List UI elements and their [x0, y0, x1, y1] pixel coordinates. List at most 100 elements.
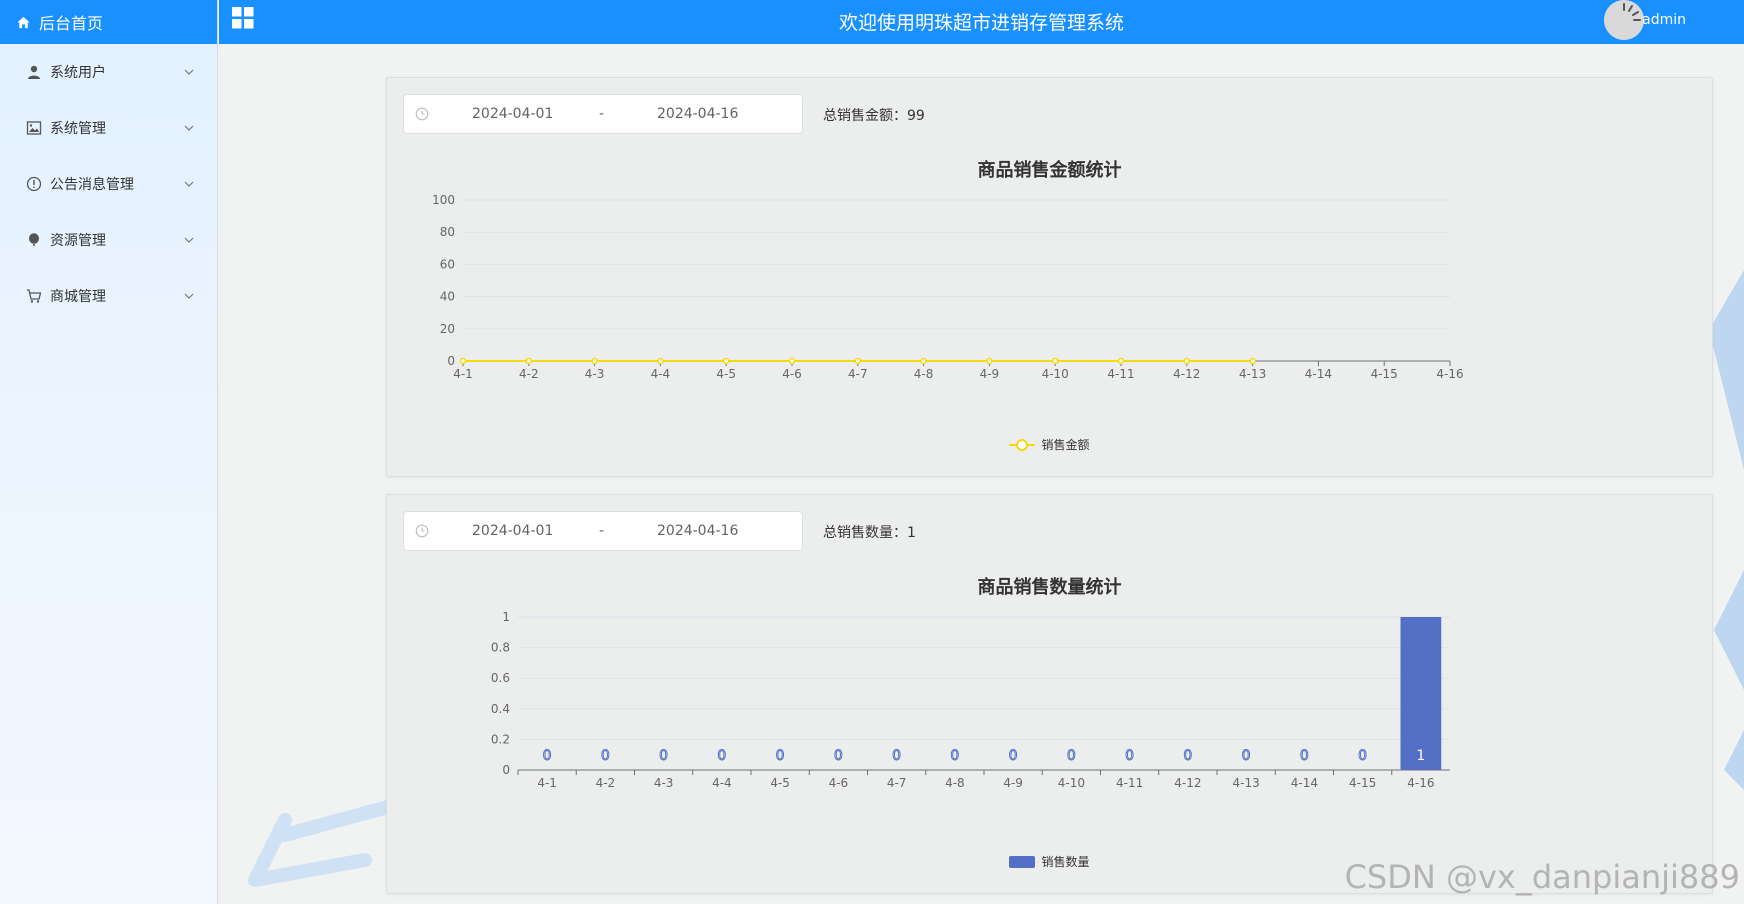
x-tick-label: 4-7 — [848, 367, 868, 381]
data-label: 1 — [1416, 748, 1425, 764]
x-tick-label: 4-14 — [1305, 367, 1332, 381]
info-icon — [26, 176, 42, 192]
sidebar-item-label: 资源管理 — [50, 233, 106, 249]
data-point — [1117, 357, 1125, 365]
picture-icon — [26, 120, 42, 136]
data-label: 0 — [543, 748, 552, 764]
y-tick-label: 0.6 — [491, 671, 510, 685]
y-tick-label: 20 — [440, 322, 455, 336]
x-tick-label: 4-6 — [782, 367, 802, 381]
x-tick-label: 4-13 — [1239, 367, 1266, 381]
data-point — [657, 357, 664, 365]
home-icon — [17, 16, 30, 28]
data-point — [788, 357, 796, 365]
sidebar-item-label: 商城管理 — [50, 289, 106, 305]
x-tick-label: 4-5 — [770, 776, 790, 790]
top-header: 欢迎使用明珠超市进销存管理系统 admin — [219, 0, 1744, 44]
sidebar-item-users[interactable]: 系统用户 — [0, 44, 217, 100]
x-tick-label: 4-2 — [519, 367, 539, 381]
chevron-down-icon — [184, 293, 194, 299]
user-icon — [26, 64, 42, 80]
x-tick-label: 4-7 — [887, 776, 907, 790]
x-tick-label: 4-13 — [1233, 776, 1260, 790]
x-tick-label: 4-3 — [654, 776, 674, 790]
y-tick-label: 40 — [440, 290, 455, 304]
balloon-icon — [26, 232, 42, 248]
x-tick-label: 4-16 — [1436, 367, 1463, 381]
x-tick-label: 4-11 — [1116, 776, 1143, 790]
x-tick-label: 4-14 — [1291, 776, 1318, 790]
x-tick-label: 4-1 — [453, 367, 473, 381]
y-tick-label: 80 — [440, 225, 455, 239]
sidebar: 后台首页 系统用户 系统管理 公告消息管理 资源管理 商城管理 — [0, 0, 218, 904]
sidebar-item-mall[interactable]: 商城管理 — [0, 268, 217, 324]
x-tick-label: 4-1 — [537, 776, 557, 790]
legend-line-marker — [1009, 438, 1036, 451]
username[interactable]: admin — [1642, 12, 1686, 28]
data-point — [986, 357, 993, 365]
sidebar-home-item[interactable]: 后台首页 — [0, 0, 217, 44]
sidebar-item-notices[interactable]: 公告消息管理 — [0, 156, 217, 212]
watermark: CSDN @vx_danpianji889 — [1344, 858, 1740, 896]
chevron-down-icon — [184, 69, 194, 75]
avatar[interactable] — [1604, 0, 1644, 40]
data-label: 0 — [950, 748, 959, 764]
data-point — [722, 357, 730, 365]
data-label: 0 — [1125, 748, 1134, 764]
legend-label: 销售数量 — [1041, 855, 1090, 869]
x-tick-label: 4-15 — [1371, 367, 1398, 381]
data-label: 0 — [1183, 748, 1192, 764]
data-point — [525, 357, 533, 365]
data-label: 0 — [776, 748, 785, 764]
legend-bar-marker — [1009, 855, 1036, 868]
y-tick-label: 0.8 — [491, 641, 510, 655]
data-point — [1051, 357, 1059, 365]
x-tick-label: 4-15 — [1349, 776, 1376, 790]
x-tick-label: 4-10 — [1058, 776, 1085, 790]
x-tick-label: 4-9 — [1003, 776, 1023, 790]
x-tick-label: 4-4 — [651, 367, 671, 381]
data-label: 0 — [1300, 748, 1309, 764]
data-point — [591, 357, 598, 365]
data-point — [1183, 357, 1191, 365]
x-tick-label: 4-9 — [980, 367, 1000, 381]
data-label: 0 — [1009, 748, 1018, 764]
y-tick-label: 100 — [432, 193, 455, 207]
data-point — [854, 357, 862, 365]
data-point — [1249, 357, 1256, 365]
amount-panel: 2024-04-01 - 2024-04-16 总销售金额：99 商品销售金额统… — [386, 77, 1713, 477]
x-tick-label: 4-3 — [585, 367, 605, 381]
quantity-bar-chart: 00.20.40.60.814-104-204-304-404-504-604-… — [491, 610, 1450, 790]
sidebar-item-label: 系统管理 — [50, 121, 106, 137]
y-tick-label: 0.4 — [491, 702, 510, 716]
data-label: 0 — [601, 748, 610, 764]
sidebar-home-label: 后台首页 — [39, 14, 104, 33]
x-tick-label: 4-12 — [1173, 367, 1200, 381]
sidebar-item-system[interactable]: 系统管理 — [0, 100, 217, 156]
x-tick-label: 4-4 — [712, 776, 732, 790]
sidebar-item-label: 公告消息管理 — [50, 177, 134, 193]
chevron-down-icon — [184, 125, 194, 131]
x-tick-label: 4-2 — [596, 776, 616, 790]
data-label: 0 — [1067, 748, 1076, 764]
x-tick-label: 4-12 — [1174, 776, 1201, 790]
chart-legend[interactable]: 销售金额 — [387, 436, 1712, 453]
x-tick-label: 4-10 — [1042, 367, 1069, 381]
app-title: 欢迎使用明珠超市进销存管理系统 — [838, 12, 1124, 34]
x-tick-label: 4-8 — [914, 367, 934, 381]
x-tick-label: 4-5 — [716, 367, 736, 381]
sidebar-item-resources[interactable]: 资源管理 — [0, 212, 217, 268]
y-tick-label: 60 — [440, 257, 455, 271]
data-point — [920, 357, 927, 365]
y-tick-label: 0 — [502, 763, 510, 777]
y-tick-label: 0.2 — [491, 732, 510, 746]
data-label: 0 — [892, 748, 901, 764]
data-label: 0 — [659, 748, 668, 764]
data-label: 0 — [834, 748, 843, 764]
chevron-down-icon — [184, 237, 194, 243]
quantity-panel: 2024-04-01 - 2024-04-16 总销售数量：1 商品销售数量统计… — [386, 494, 1713, 894]
cart-icon — [26, 288, 42, 304]
chevron-down-icon — [184, 181, 194, 187]
x-tick-label: 4-16 — [1407, 776, 1434, 790]
x-tick-label: 4-6 — [829, 776, 849, 790]
